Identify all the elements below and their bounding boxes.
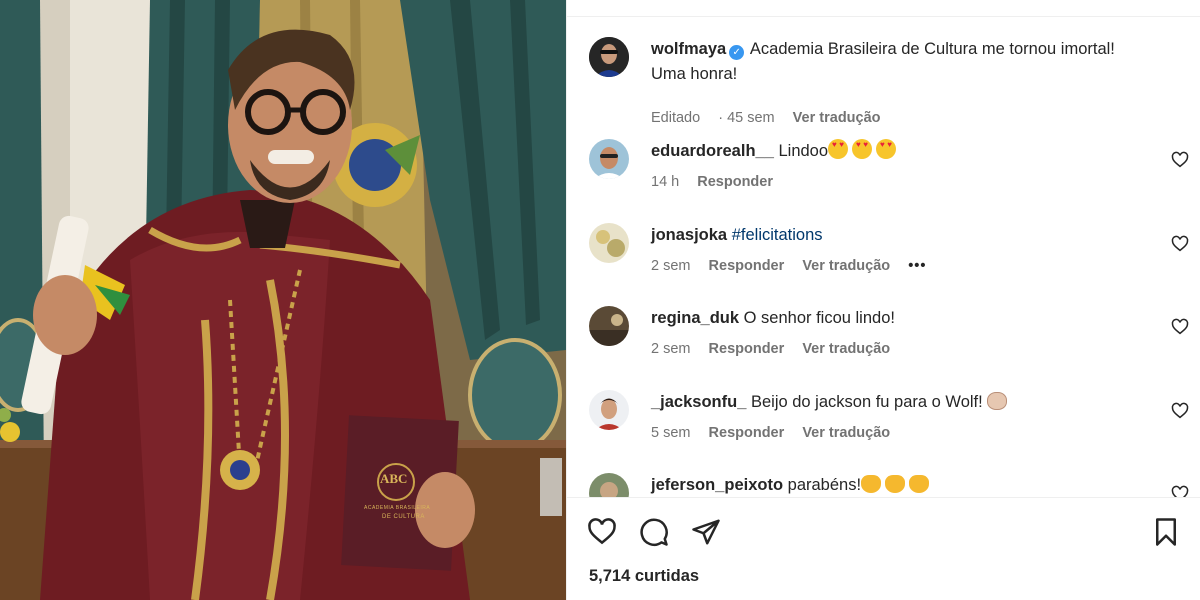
comment-text: regina_duk O senhor ficou lindo! [651, 306, 1151, 331]
comment-like-heart-icon[interactable] [1171, 235, 1189, 253]
comment-text: eduardorealh__ Lindoo [651, 139, 1151, 164]
heart-icon[interactable] [587, 517, 617, 547]
caption-translate-link[interactable]: Ver tradução [793, 110, 881, 126]
likes-count[interactable]: 5,714 curtidas [589, 567, 699, 586]
comment-meta: 5 sem Responder Ver tradução [651, 425, 904, 441]
header-divider [567, 0, 1200, 17]
comment-body: Beijo do jackson fu para o Wolf! [750, 393, 983, 411]
comment-item: _jacksonfu_ Beijo do jackson fu para o W… [589, 390, 1189, 450]
comment-item: eduardorealh__ Lindoo 14 h Responder [589, 139, 1189, 199]
avatar[interactable] [589, 139, 629, 179]
translate-link[interactable]: Ver tradução [802, 258, 890, 274]
caption-meta: Editado · 45 sem Ver tradução [651, 110, 895, 126]
comment-body: parabéns! [787, 476, 862, 494]
avatar[interactable] [589, 37, 629, 77]
send-icon[interactable] [691, 517, 721, 547]
caption-username[interactable]: wolfmaya [651, 40, 726, 58]
comment-username[interactable]: jonasjoka [651, 226, 727, 244]
avatar-image [589, 139, 629, 179]
clap-emoji [861, 475, 933, 494]
comment-like-heart-icon[interactable] [1171, 485, 1189, 497]
booklet-monogram: ABC [380, 471, 408, 486]
comment-meta: 14 h Responder [651, 174, 787, 190]
comment-like-heart-icon[interactable] [1171, 318, 1189, 336]
avatar[interactable] [589, 306, 629, 346]
comment-text: _jacksonfu_ Beijo do jackson fu para o W… [651, 390, 1151, 415]
comment-like-heart-icon[interactable] [1171, 402, 1189, 420]
comment-meta: 2 sem Responder Ver tradução [651, 341, 904, 357]
comment-icon[interactable] [639, 517, 669, 547]
comment-time: 2 sem [651, 341, 691, 357]
post-image [0, 0, 566, 600]
bookmark-icon[interactable] [1151, 517, 1181, 547]
reply-button[interactable]: Responder [709, 341, 785, 357]
comment-item: regina_duk O senhor ficou lindo! 2 sem R… [589, 306, 1189, 366]
translate-link[interactable]: Ver tradução [802, 341, 890, 357]
comment-like-heart-icon[interactable] [1171, 151, 1189, 169]
avatar-image [589, 37, 629, 77]
comment-item: jeferson_peixoto parabéns! [589, 473, 1189, 497]
comments-list[interactable]: wolfmaya ✓ Academia Brasileira de Cultura… [567, 17, 1200, 497]
booklet-title-line1: ACADEMIA BRASILEIRA [364, 505, 431, 511]
hashtag-link[interactable]: #felicitations [732, 226, 823, 244]
avatar-image [589, 223, 629, 263]
post-sidebar: wolfmaya ✓ Academia Brasileira de Cultura… [566, 0, 1200, 600]
more-options-icon[interactable]: ••• [908, 258, 926, 274]
avatar-image [589, 390, 629, 430]
comment-item: jonasjoka #felicitations 2 sem Responder… [589, 223, 1189, 283]
comment-body: O senhor ficou lindo! [743, 309, 895, 327]
comment-time: 5 sem [651, 425, 691, 441]
edited-label: Editado · 45 sem [651, 110, 775, 126]
avatar-image [589, 473, 629, 497]
comment-username[interactable]: _jacksonfu_ [651, 393, 746, 411]
comment-body: Lindoo [778, 142, 829, 160]
avatar-image [589, 306, 629, 346]
action-bar: 5,714 curtidas [567, 497, 1200, 600]
comment-username[interactable]: regina_duk [651, 309, 739, 327]
comment-username[interactable]: eduardorealh__ [651, 142, 774, 160]
post-caption: wolfmaya ✓ Academia Brasileira de Cultura… [589, 37, 1189, 126]
caption-text: wolfmaya ✓ Academia Brasileira de Cultura… [651, 37, 1151, 87]
comment-time: 2 sem [651, 258, 691, 274]
avatar[interactable] [589, 390, 629, 430]
reply-button[interactable]: Responder [697, 174, 773, 190]
avatar[interactable] [589, 223, 629, 263]
fist-emoji [986, 392, 1007, 410]
translate-link[interactable]: Ver tradução [802, 425, 890, 441]
comment-username[interactable]: jeferson_peixoto [651, 476, 783, 494]
comment-text: jonasjoka #felicitations [651, 223, 1151, 248]
avatar[interactable] [589, 473, 629, 497]
heart-eyes-emoji [828, 139, 900, 160]
verified-badge-icon: ✓ [729, 45, 745, 60]
comment-meta: 2 sem Responder Ver tradução ••• [651, 258, 940, 274]
booklet-title-line2: DE CULTURA [382, 514, 425, 520]
comment-text: jeferson_peixoto parabéns! [651, 473, 1151, 497]
comment-time: 14 h [651, 174, 680, 190]
reply-button[interactable]: Responder [709, 258, 785, 274]
post-photo[interactable]: ABC ACADEMIA BRASILEIRA DE CULTURA [0, 0, 566, 600]
reply-button[interactable]: Responder [709, 425, 785, 441]
